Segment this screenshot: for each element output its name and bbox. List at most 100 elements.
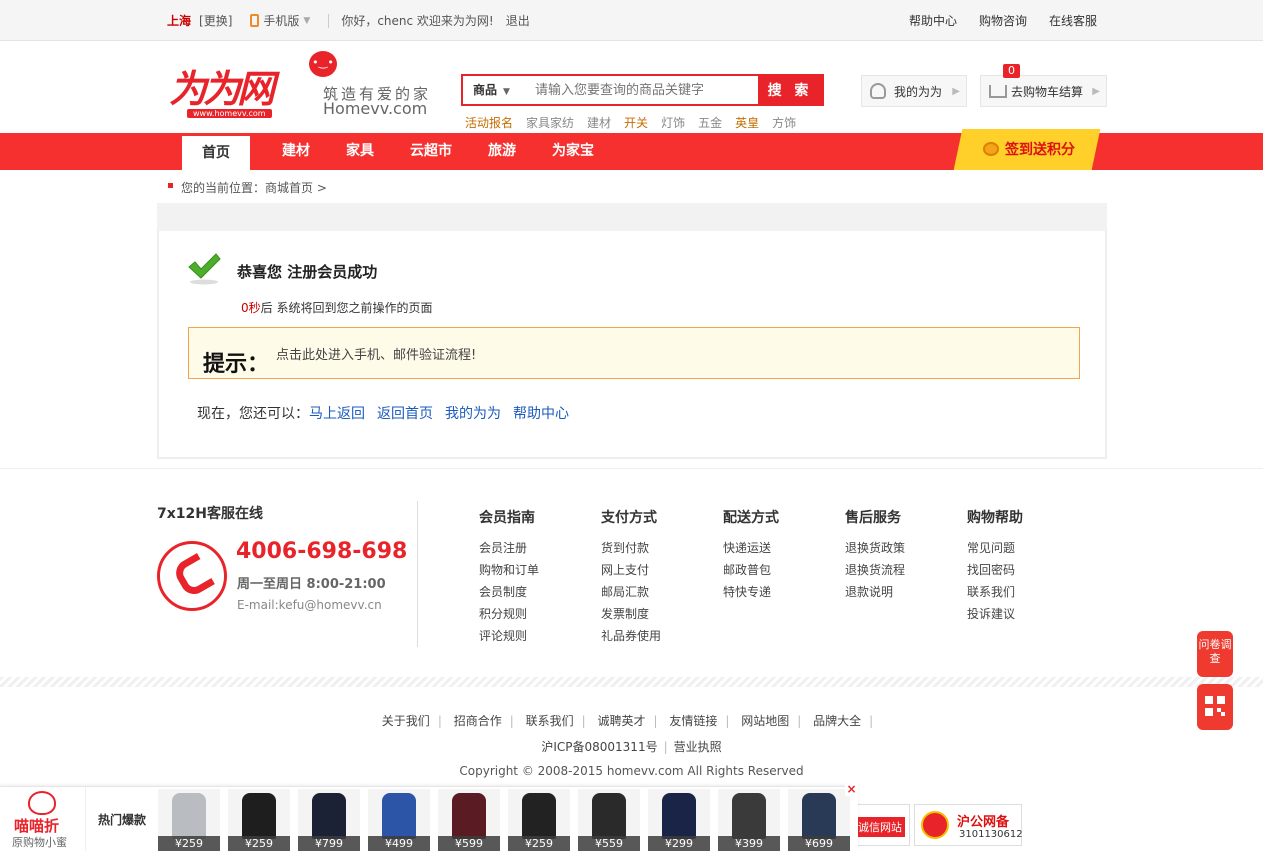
footer-col-help: 购物帮助 常见问题 找回密码 联系我们 投诉建议 (967, 510, 1023, 621)
my-account-button[interactable]: 我的为为 ▶ (861, 75, 967, 107)
online-service-link[interactable]: 在线客服 (1049, 12, 1097, 29)
product-image (522, 793, 556, 839)
change-city-link[interactable]: [更换] (199, 12, 232, 29)
footer-link[interactable]: 会员注册 (479, 541, 527, 555)
shopping-consult-link[interactable]: 购物咨询 (979, 12, 1027, 29)
footer-link[interactable]: 评论规则 (479, 629, 527, 643)
product-item[interactable]: ¥499 (368, 789, 430, 851)
product-price: ¥499 (368, 836, 430, 851)
qrcode-button[interactable] (1197, 684, 1233, 730)
hot-items-label: 热门爆款 (98, 813, 147, 827)
close-icon[interactable]: × (845, 783, 858, 796)
search-button[interactable]: 搜 索 (758, 76, 822, 104)
tip-box: 提示： 点击此处进入手机、邮件验证流程! (188, 327, 1080, 379)
product-price: ¥699 (788, 836, 850, 851)
hotword-link[interactable]: 方饰 (772, 114, 796, 131)
product-item[interactable]: ¥259 (158, 789, 220, 851)
icp-line: 沪ICP备08001311号 | 营业执照 (541, 740, 722, 754)
credit-site-badge[interactable]: 诚信网站 (852, 804, 910, 846)
product-item[interactable]: ¥799 (298, 789, 360, 851)
footer-link[interactable]: 退换货政策 (845, 541, 905, 555)
cart-count-badge: 0 (1003, 64, 1020, 78)
footer-link[interactable]: 特快专递 (723, 585, 771, 599)
footer-link[interactable]: 关于我们 (382, 714, 430, 728)
hotword-link[interactable]: 建材 (587, 114, 611, 131)
product-image (312, 793, 346, 839)
footer-link[interactable]: 货到付款 (601, 541, 649, 555)
product-image (172, 793, 206, 839)
tip-label: 提示： (203, 352, 270, 377)
footer-link[interactable]: 购物和订单 (479, 563, 539, 577)
product-item[interactable]: ¥299 (648, 789, 710, 851)
footer-link[interactable]: 退换货流程 (845, 563, 905, 577)
site-logo[interactable]: 为为网 www.homevv.com (169, 67, 305, 119)
miaomiao-logo[interactable]: 喵喵折 原购物小蜜 (0, 787, 86, 851)
nav-furniture[interactable]: 家具 (328, 133, 392, 170)
redirect-countdown: 0秒后 系统将回到您之前操作的页面 (241, 301, 433, 315)
product-item[interactable]: ¥699 (788, 789, 850, 851)
signin-button[interactable]: 签到送积分 (983, 139, 1075, 159)
product-item[interactable]: ¥559 (578, 789, 640, 851)
help-center-link[interactable]: 帮助中心 (909, 12, 957, 29)
footer-link[interactable]: 快递运送 (723, 541, 771, 555)
product-item[interactable]: ¥259 (508, 789, 570, 851)
product-item[interactable]: ¥399 (718, 789, 780, 851)
my-account-link[interactable]: 我的为为 (445, 403, 501, 423)
footer-link[interactable]: 品牌大全 (813, 714, 861, 728)
footer-link[interactable]: 邮政普包 (723, 563, 771, 577)
footer-col-member: 会员指南 会员注册 购物和订单 会员制度 积分规则 评论规则 (479, 510, 540, 643)
product-item[interactable]: ¥259 (228, 789, 290, 851)
verify-link[interactable]: 点击此处进入手机、邮件验证流程! (276, 344, 476, 363)
police-record-badge[interactable]: 沪公网备 3101130612 (914, 804, 1023, 846)
product-price: ¥299 (648, 836, 710, 851)
footer-link[interactable]: 礼品券使用 (601, 629, 661, 643)
footer-link[interactable]: 网上支付 (601, 563, 649, 577)
nav-travel[interactable]: 旅游 (470, 133, 534, 170)
phone-icon (157, 541, 227, 611)
product-price: ¥259 (508, 836, 570, 851)
footer-link[interactable]: 网站地图 (741, 714, 789, 728)
hotword-link[interactable]: 灯饰 (661, 114, 685, 131)
product-list: ¥259 ¥259 ¥799 ¥499 ¥599 ¥259 ¥559 ¥299 ¥399 ¥699 (158, 789, 850, 851)
hotword-link[interactable]: 家具家纺 (526, 114, 574, 131)
hotword-link[interactable]: 开关 (624, 114, 648, 131)
chevron-right-icon: ▶ (1092, 85, 1100, 97)
hotword-link[interactable]: 活动报名 (465, 114, 513, 131)
nav-weijiabao[interactable]: 为家宝 (534, 133, 612, 170)
footer-link[interactable]: 发票制度 (601, 607, 649, 621)
mobile-version-link[interactable]: 手机版 ▼ (250, 12, 310, 29)
product-price: ¥259 (228, 836, 290, 851)
logout-link[interactable]: 退出 (506, 12, 530, 29)
footer-link[interactable]: 常见问题 (967, 541, 1015, 555)
footer-link[interactable]: 招商合作 (454, 714, 502, 728)
go-back-link[interactable]: 马上返回 (309, 403, 365, 423)
footer-link[interactable]: 会员制度 (479, 585, 527, 599)
footer-link[interactable]: 诚聘英才 (597, 714, 645, 728)
search-category-select[interactable]: 商品 ▼ (463, 76, 525, 104)
footer-link[interactable]: 联系我们 (526, 714, 574, 728)
nav-supermarket[interactable]: 云超市 (392, 133, 470, 170)
footer-link[interactable]: 邮局汇款 (601, 585, 649, 599)
cart-checkout-button[interactable]: 0 去购物车结算 ▶ (980, 64, 1107, 107)
footer-link[interactable]: 友情链接 (669, 714, 717, 728)
nav-home[interactable]: 首页 (182, 136, 250, 170)
city-label: 上海 (167, 14, 192, 28)
product-item[interactable]: ¥599 (438, 789, 500, 851)
home-link[interactable]: 返回首页 (377, 403, 433, 423)
footer-link[interactable]: 积分规则 (479, 607, 527, 621)
search-input[interactable] (525, 76, 758, 104)
icp-link[interactable]: 沪ICP备08001311号 (541, 740, 657, 754)
footer-link[interactable]: 找回密码 (967, 563, 1015, 577)
mobile-label: 手机版 (263, 14, 300, 28)
hotword-link[interactable]: 五金 (698, 114, 722, 131)
footer-link[interactable]: 退款说明 (845, 585, 893, 599)
footer-link[interactable]: 联系我们 (967, 585, 1015, 599)
hotline-number: 4006-698-698 (236, 539, 408, 564)
survey-button[interactable]: 问卷调查 (1197, 631, 1233, 677)
hotword-link[interactable]: 英皇 (735, 114, 759, 131)
nav-building[interactable]: 建材 (264, 133, 328, 170)
welcome-text: 你好，chenc 欢迎来为为网! (341, 14, 494, 28)
license-link[interactable]: 营业执照 (674, 740, 722, 754)
help-center-link[interactable]: 帮助中心 (513, 403, 569, 423)
footer-link[interactable]: 投诉建议 (967, 607, 1015, 621)
